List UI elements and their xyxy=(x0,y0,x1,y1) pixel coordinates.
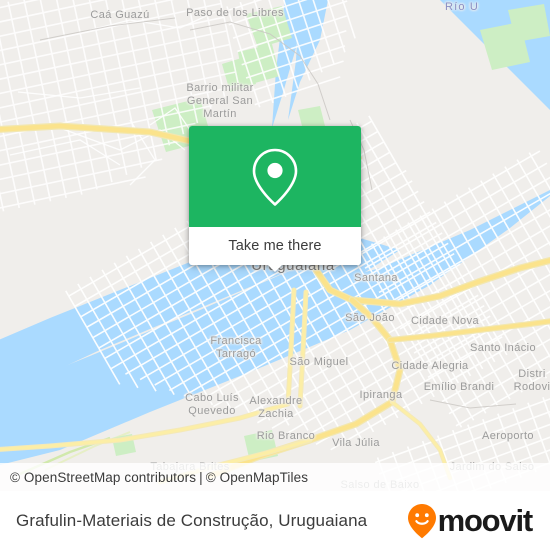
openmaptiles-attribution-link[interactable]: © OpenMapTiles xyxy=(206,470,308,485)
map-canvas[interactable]: Caá Guazú Paso de los Libres Barrio milita… xyxy=(0,0,550,491)
take-me-there-button[interactable]: Take me there xyxy=(189,227,361,265)
location-pin-icon xyxy=(250,146,300,208)
attribution-text: © OpenStreetMap contributors | © OpenMapTi… xyxy=(0,470,308,485)
moovit-logo[interactable]: moovit xyxy=(407,503,550,539)
take-me-there-label: Take me there xyxy=(228,238,322,254)
moovit-map-page: Caá Guazú Paso de los Libres Barrio milita… xyxy=(0,0,550,550)
osm-attribution-link[interactable]: © OpenStreetMap contributors xyxy=(10,470,196,485)
moovit-smiley-pin-icon xyxy=(407,503,437,539)
moovit-wordmark: moovit xyxy=(437,503,534,538)
popup-pointer-tail xyxy=(267,264,283,272)
popup-image-area xyxy=(189,126,361,227)
page-footer: Grafulin-Materiais de Construção, Urugua… xyxy=(0,491,550,550)
place-popup-card[interactable]: Take me there xyxy=(189,126,361,272)
place-title: Grafulin-Materiais de Construção, Urugua… xyxy=(16,510,368,530)
